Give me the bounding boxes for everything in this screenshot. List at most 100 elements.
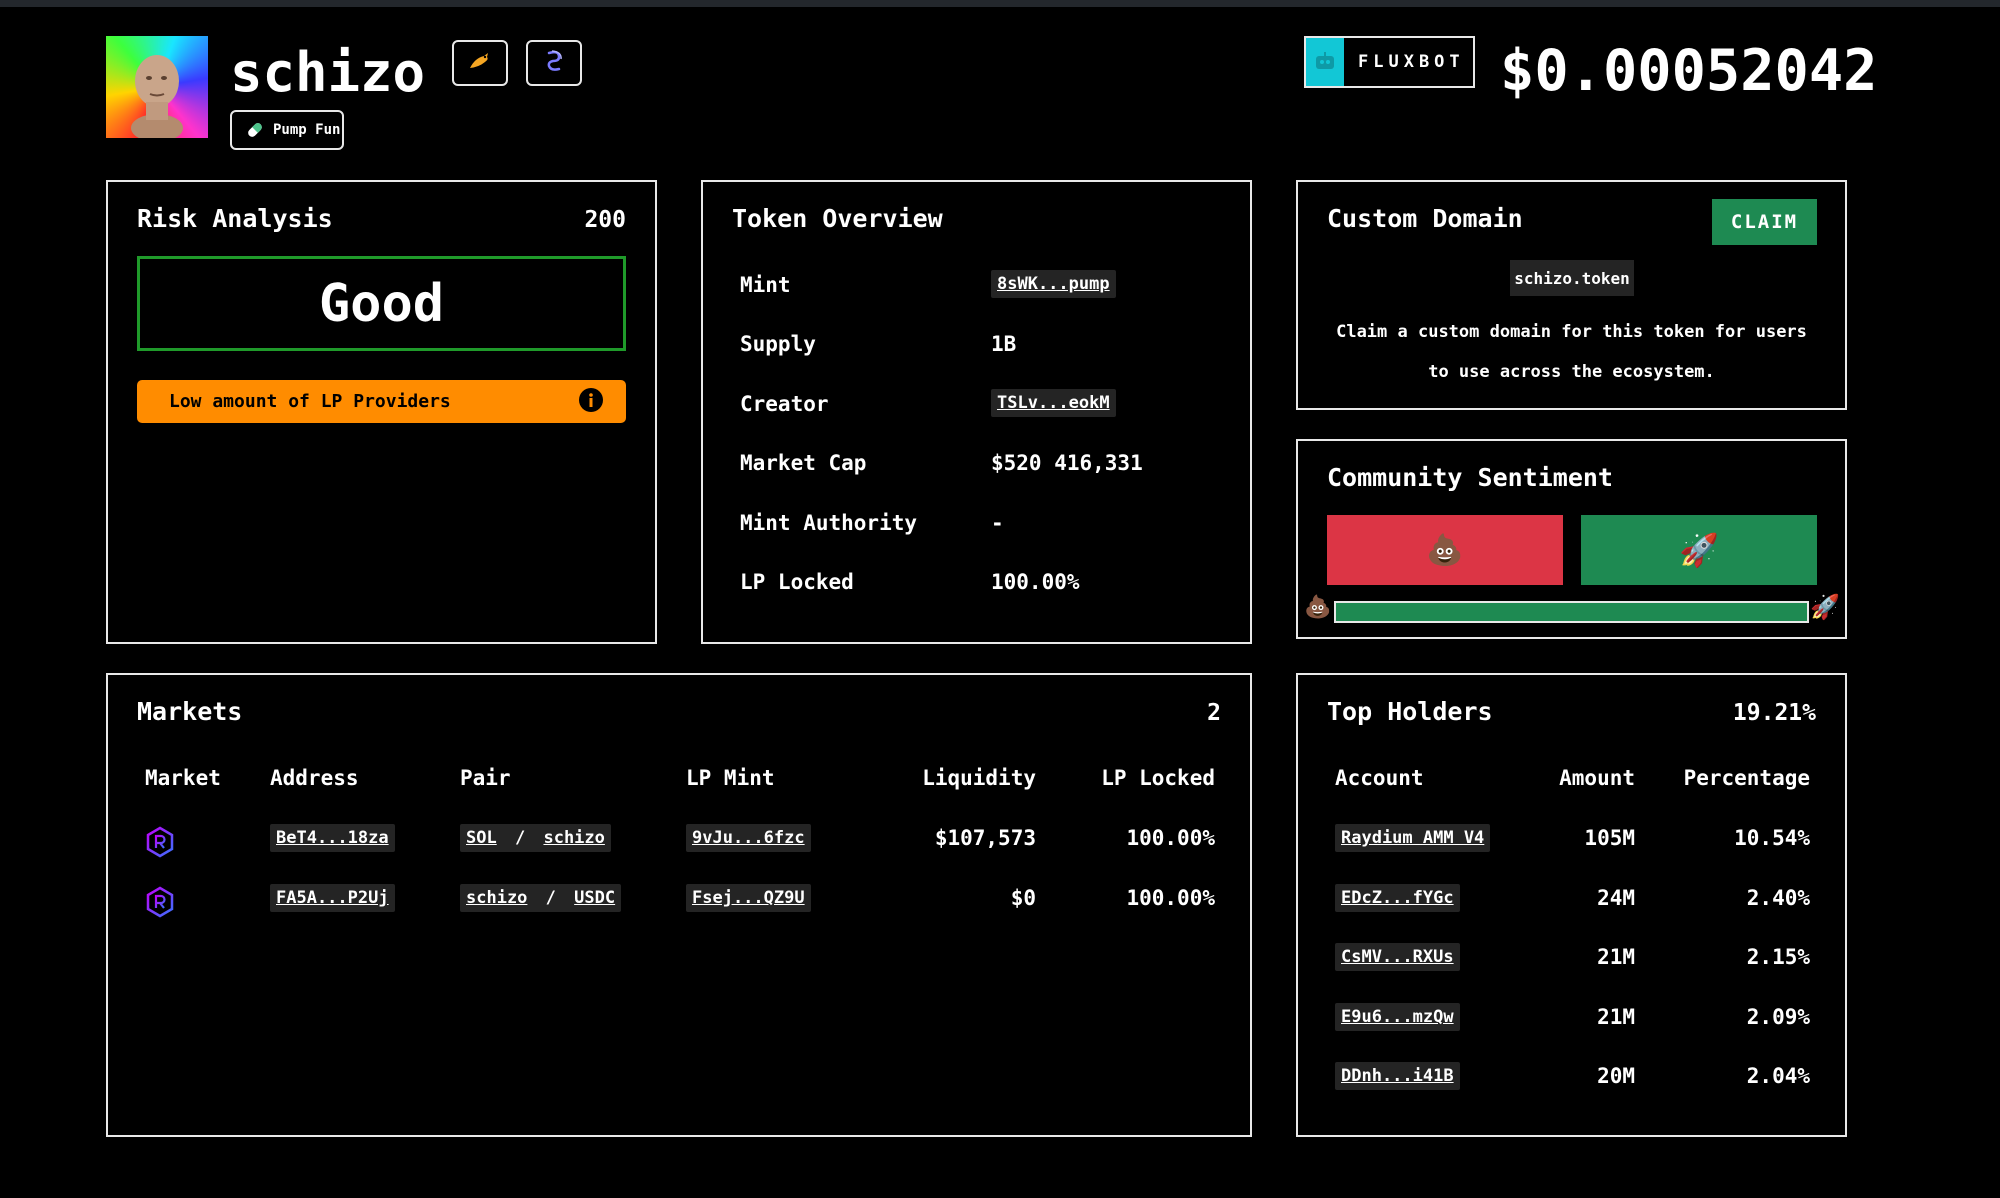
overview-label-supply: Supply	[740, 332, 816, 356]
raydium-icon[interactable]	[144, 886, 176, 918]
market-address-link[interactable]: FA5A...P2Uj	[270, 884, 395, 912]
bullish-vote-button[interactable]: 🚀	[1581, 515, 1817, 585]
risk-verdict-box: Good	[137, 256, 626, 351]
holder-percentage: 2.40%	[1746, 886, 1810, 910]
holder-percentage: 10.54%	[1734, 826, 1810, 850]
holder-amount: 21M	[1597, 945, 1635, 969]
holders-header-percentage: Percentage	[1683, 766, 1810, 790]
sentiment-bar	[1334, 601, 1809, 623]
custom-domain-panel: Custom Domain CLAIM schizo.token Claim a…	[1296, 180, 1847, 410]
holder-amount: 105M	[1584, 826, 1635, 850]
holder-account-link[interactable]: EDcZ...fYGc	[1335, 884, 1460, 912]
holder-percentage: 2.04%	[1746, 1064, 1810, 1088]
holders-header-amount: Amount	[1559, 766, 1635, 790]
info-icon[interactable]	[578, 387, 604, 417]
risk-title: Risk Analysis	[137, 204, 333, 233]
holders-title: Top Holders	[1327, 697, 1493, 726]
market-pair-chip: schizo / USDC	[460, 884, 622, 912]
domain-description-line1: Claim a custom domain for this token for…	[1336, 322, 1807, 342]
overview-label-mint-authority: Mint Authority	[740, 511, 918, 535]
market-address-link[interactable]: BeT4...18za	[270, 824, 395, 852]
holders-header-account: Account	[1335, 766, 1424, 790]
market-lp-locked: 100.00%	[1126, 886, 1215, 910]
rocket-icon: 🚀	[1679, 531, 1719, 569]
risk-score: 200	[584, 207, 626, 233]
creator-address-link[interactable]: TSLv...eokM	[991, 389, 1116, 417]
window-top-bar	[0, 0, 2000, 7]
overview-value-market-cap: $520 416,331	[991, 451, 1143, 475]
overview-label-lp-locked: LP Locked	[740, 570, 854, 594]
token-price: $0.00052042	[1500, 38, 1878, 104]
market-address[interactable]: BeT4...18za	[270, 824, 395, 852]
pair-separator: /	[545, 888, 556, 908]
holder-account-link[interactable]: DDnh...i41B	[1335, 1062, 1460, 1090]
claim-button-label: CLAIM	[1730, 211, 1799, 233]
markets-header-pair: Pair	[460, 766, 511, 790]
top-holders-panel: Top Holders 19.21% Account Amount Percen…	[1296, 673, 1847, 1137]
pair-quote-link[interactable]: USDC	[574, 888, 615, 908]
domain-name: schizo.token	[1514, 268, 1630, 288]
holder-account[interactable]: DDnh...i41B	[1335, 1062, 1460, 1090]
pill-icon	[244, 119, 266, 141]
token-overview-panel: Token Overview Mint 8sWK...pump Supply 1…	[701, 180, 1252, 644]
sentiment-title: Community Sentiment	[1327, 463, 1613, 492]
market-lp-locked: 100.00%	[1126, 826, 1215, 850]
holder-account[interactable]: CsMV...RXUs	[1335, 943, 1460, 971]
bird-icon	[467, 50, 493, 76]
market-lp-mint[interactable]: 9vJu...6fzc	[686, 824, 811, 852]
market-liquidity: $107,573	[934, 826, 1036, 850]
overview-label-creator: Creator	[740, 392, 829, 416]
holder-account[interactable]: E9u6...mzQw	[1335, 1003, 1460, 1031]
market-lp-mint[interactable]: Fsej...QZ9U	[686, 884, 811, 912]
domain-description-line2: to use across the ecosystem.	[1428, 362, 1715, 382]
overview-value-creator[interactable]: TSLv...eokM	[991, 389, 1116, 417]
claim-button[interactable]: CLAIM	[1712, 199, 1817, 245]
token-name: schizo	[230, 41, 426, 104]
markets-header-address: Address	[270, 766, 359, 790]
platform-label: Pump Fun	[273, 122, 341, 138]
overview-value-lp-locked: 100.00%	[991, 570, 1080, 594]
holder-account-link[interactable]: Raydium AMM V4	[1335, 824, 1491, 852]
bearish-vote-button[interactable]: 💩	[1327, 515, 1563, 585]
markets-panel: Markets 2 Market Address Pair LP Mint Li…	[106, 673, 1252, 1137]
holder-amount: 24M	[1597, 886, 1635, 910]
lp-mint-link[interactable]: 9vJu...6fzc	[686, 824, 811, 852]
holder-account-link[interactable]: CsMV...RXUs	[1335, 943, 1460, 971]
holder-percentage: 2.15%	[1746, 945, 1810, 969]
raydium-icon[interactable]	[144, 826, 176, 858]
risk-warning-text: Low amount of LP Providers	[169, 391, 451, 412]
spiral-icon	[541, 48, 567, 78]
bearish-marker-icon: 💩	[1304, 595, 1332, 620]
overview-value-mint-authority: -	[991, 511, 1004, 535]
overview-label-market-cap: Market Cap	[740, 451, 867, 475]
lp-mint-link[interactable]: Fsej...QZ9U	[686, 884, 811, 912]
website-button[interactable]	[526, 40, 582, 86]
overview-value-supply: 1B	[991, 332, 1017, 356]
markets-count: 2	[1207, 700, 1221, 726]
pair-separator: /	[514, 828, 526, 848]
risk-verdict: Good	[318, 273, 445, 334]
risk-warning[interactable]: Low amount of LP Providers	[137, 380, 626, 423]
pair-quote-link[interactable]: schizo	[543, 828, 604, 848]
mint-address-link[interactable]: 8sWK...pump	[991, 270, 1116, 298]
market-address[interactable]: FA5A...P2Uj	[270, 884, 395, 912]
holder-account[interactable]: Raydium AMM V4	[1335, 824, 1491, 852]
market-pair-chip: SOL / schizo	[460, 824, 611, 852]
market-pair: SOL / schizo	[460, 824, 611, 852]
platform-badge[interactable]: Pump Fun	[230, 110, 344, 150]
holder-percentage: 2.09%	[1746, 1005, 1810, 1029]
community-sentiment-panel: Community Sentiment 💩 🚀 💩 🚀	[1296, 439, 1847, 639]
holder-amount: 21M	[1597, 1005, 1635, 1029]
fluxbot-button[interactable]: FLUXBOT	[1304, 36, 1475, 88]
holder-account-link[interactable]: E9u6...mzQw	[1335, 1003, 1460, 1031]
pair-base-link[interactable]: schizo	[466, 888, 527, 908]
holder-account[interactable]: EDcZ...fYGc	[1335, 884, 1460, 912]
markets-header-liquidity: Liquidity	[922, 766, 1036, 790]
twitter-button[interactable]	[452, 40, 508, 86]
markets-header-market: Market	[145, 766, 221, 790]
markets-header-lp-locked: LP Locked	[1101, 766, 1215, 790]
overview-value-mint[interactable]: 8sWK...pump	[991, 270, 1116, 298]
pair-base-link[interactable]: SOL	[466, 828, 497, 848]
holder-amount: 20M	[1597, 1064, 1635, 1088]
sentiment-bar-fill	[1336, 603, 1807, 621]
